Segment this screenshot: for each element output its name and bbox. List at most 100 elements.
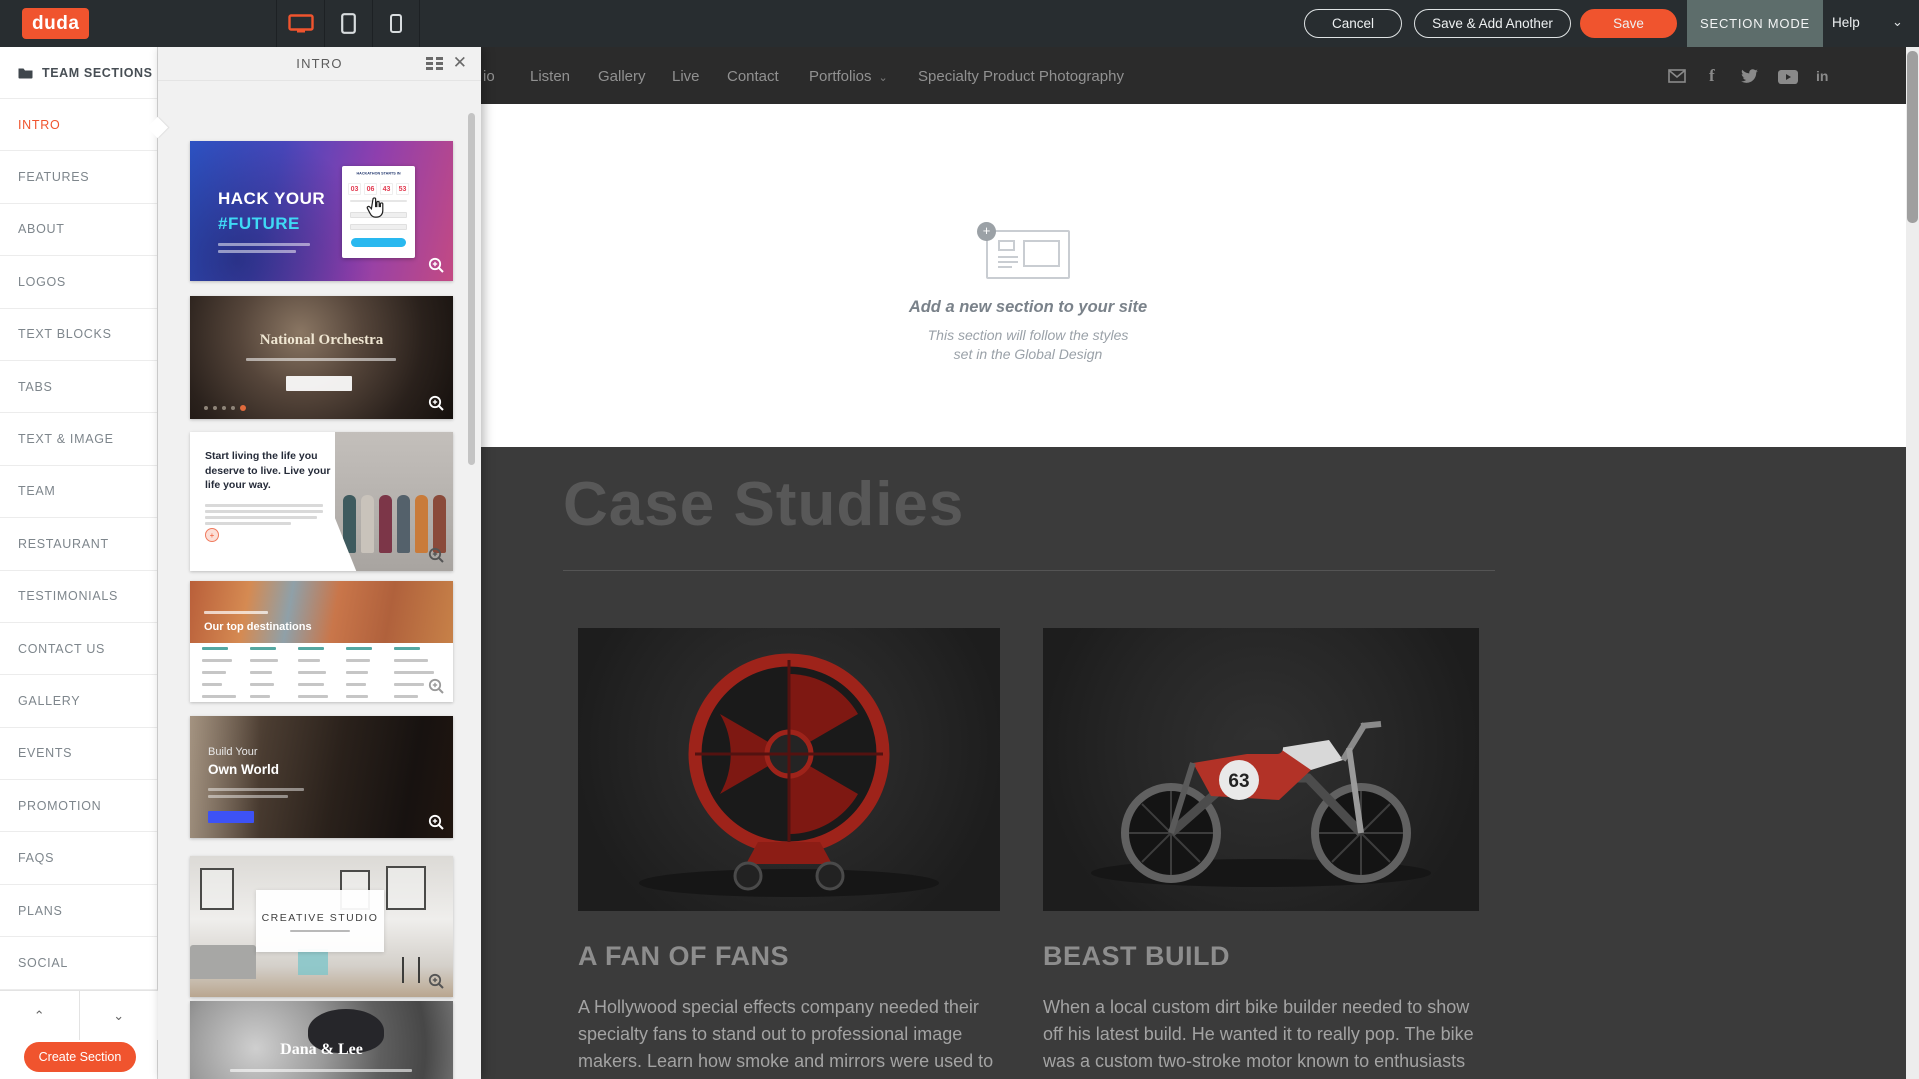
flyout-scrollbar-thumb[interactable] [468, 113, 475, 465]
scroll-up-button[interactable]: ⌃ [0, 991, 80, 1040]
cancel-button[interactable]: Cancel [1304, 9, 1402, 38]
sidebar-header: TEAM SECTIONS [0, 47, 157, 99]
sidebar-item-restaurant[interactable]: RESTAURANT [0, 518, 157, 570]
nav-item-specialty[interactable]: Specialty Product Photography [918, 68, 1124, 85]
twitter-icon[interactable] [1741, 69, 1758, 83]
case-study-title: A FAN OF FANS [578, 941, 1000, 972]
zoom-icon[interactable] [428, 973, 445, 990]
link-placeholder [250, 671, 272, 674]
sidebar-item-text-blocks[interactable]: TEXT BLOCKS [0, 309, 157, 361]
desktop-preview-button[interactable] [276, 0, 324, 47]
email-icon[interactable] [1668, 69, 1686, 83]
save-button[interactable]: Save [1580, 9, 1677, 38]
fan-photo [578, 628, 1000, 911]
link-placeholder [250, 683, 274, 686]
wireframe-heading-box [998, 240, 1015, 251]
chair-shape [418, 957, 420, 983]
template-thumbnail-hackathon[interactable]: HACK YOUR #FUTURE HACKATHON STARTS IN 03… [190, 141, 453, 281]
dot [231, 406, 235, 410]
chevron-down-icon[interactable]: ⌄ [1892, 14, 1903, 30]
text-line-placeholder [218, 243, 310, 246]
zoom-icon[interactable] [428, 814, 445, 831]
create-section-button[interactable]: Create Section [24, 1042, 136, 1072]
page-scrollbar[interactable] [1906, 47, 1919, 1079]
sidebar-item-promotion[interactable]: PROMOTION [0, 780, 157, 832]
case-study-card: 63 BEAST BUILD When a local custom dirt … [1043, 628, 1479, 1075]
flyout-header: INTRO ✕ [158, 47, 481, 81]
nav-item-partial[interactable]: io [483, 68, 495, 85]
nav-item-live[interactable]: Live [672, 68, 700, 85]
sidebar-item-events[interactable]: EVENTS [0, 728, 157, 780]
link-placeholder [394, 695, 418, 698]
countdown-digits: 03 06 43 53 [348, 183, 409, 195]
sidebar-item-gallery[interactable]: GALLERY [0, 675, 157, 727]
template-thumbnail-destinations[interactable]: Our top destinations [190, 581, 453, 702]
column-header-placeholder [346, 647, 372, 650]
template-thumbnail-creative-studio[interactable]: CREATIVE STUDIO [190, 856, 453, 997]
tablet-preview-button[interactable] [324, 0, 372, 47]
sidebar-item-contact-us[interactable]: CONTACT US [0, 623, 157, 675]
sidebar-item-testimonials[interactable]: TESTIMONIALS [0, 571, 157, 623]
template-thumbnail-orchestra[interactable]: National Orchestra [190, 296, 453, 419]
text-line-placeholder [208, 788, 304, 791]
sections-sidebar: TEAM SECTIONS INTRO FEATURES ABOUT LOGOS… [0, 47, 158, 1079]
close-icon[interactable]: ✕ [453, 54, 467, 71]
facebook-icon[interactable]: f [1709, 66, 1715, 86]
zoom-icon[interactable] [428, 678, 445, 695]
folder-icon [18, 67, 33, 79]
countdown-card-title: HACKATHON STARTS IN [356, 172, 401, 176]
template-thumbnail-wedding[interactable]: Dana & Lee ♥ [190, 1001, 453, 1079]
youtube-icon[interactable] [1778, 70, 1798, 84]
template-heading: CREATIVE STUDIO [256, 912, 384, 924]
sidebar-item-team[interactable]: TEAM [0, 466, 157, 518]
text-line-placeholder [205, 516, 317, 519]
countdown-card: HACKATHON STARTS IN 03 06 43 53 [342, 166, 415, 258]
case-study-text: A Hollywood special effects company need… [578, 994, 1000, 1075]
nav-item-contact[interactable]: Contact [727, 68, 779, 85]
nav-item-gallery[interactable]: Gallery [598, 68, 646, 85]
scroll-down-button[interactable]: ⌄ [80, 991, 159, 1040]
tablet-icon [341, 13, 356, 34]
link-placeholder [202, 659, 232, 662]
zoom-icon[interactable] [428, 395, 445, 412]
sidebar-item-plans[interactable]: PLANS [0, 885, 157, 937]
link-placeholder [394, 671, 434, 674]
sidebar-item-about[interactable]: ABOUT [0, 204, 157, 256]
text-line-placeholder [218, 250, 296, 253]
bike-number: 63 [1228, 771, 1249, 792]
input-placeholder [350, 212, 407, 218]
sidebar-item-intro[interactable]: INTRO [0, 99, 157, 151]
link-placeholder [394, 683, 424, 686]
linkedin-icon[interactable]: in [1816, 68, 1828, 84]
zoom-icon[interactable] [428, 547, 445, 564]
help-menu[interactable]: Help [1832, 15, 1860, 30]
intro-sections-flyout: INTRO ✕ HACK YOUR #FUTURE HACKATHON STAR… [158, 47, 481, 1079]
sidebar-item-social[interactable]: SOCIAL [0, 937, 157, 989]
nav-item-portfolios[interactable]: Portfolios⌄ [809, 68, 888, 85]
layout-grid-icon[interactable] [426, 57, 443, 70]
top-toolbar: duda Cancel Save & Add Another Save [0, 0, 1919, 47]
sidebar-scroll-controls: ⌃ ⌄ [0, 990, 158, 1040]
sidebar-item-faqs[interactable]: FAQS [0, 832, 157, 884]
dot [222, 406, 226, 410]
template-thumbnail-build-world[interactable]: Build Your Own World [190, 716, 453, 838]
nav-item-listen[interactable]: Listen [530, 68, 570, 85]
sidebar-item-tabs[interactable]: TABS [0, 361, 157, 413]
zoom-icon[interactable] [428, 257, 445, 274]
chevron-up-icon: ⌃ [34, 1008, 45, 1024]
sidebar-item-text-and-image[interactable]: TEXT & IMAGE [0, 413, 157, 465]
column-header-placeholder [298, 647, 324, 650]
link-placeholder [346, 695, 368, 698]
link-placeholder [298, 695, 328, 698]
save-and-add-another-button[interactable]: Save & Add Another [1414, 9, 1571, 38]
mobile-preview-button[interactable] [372, 0, 420, 47]
template-thumbnail-lifestyle[interactable]: Start living the life you deserve to liv… [190, 432, 453, 571]
plus-icon[interactable]: + [977, 222, 996, 241]
sidebar-item-logos[interactable]: LOGOS [0, 256, 157, 308]
sidebar-item-features[interactable]: FEATURES [0, 151, 157, 203]
overlay-card: CREATIVE STUDIO [256, 890, 384, 952]
dirt-bike-photo: 63 [1043, 628, 1479, 911]
cta-button-placeholder [351, 238, 406, 247]
text-line-placeholder [205, 522, 291, 525]
page-scrollbar-thumb[interactable] [1907, 51, 1918, 223]
